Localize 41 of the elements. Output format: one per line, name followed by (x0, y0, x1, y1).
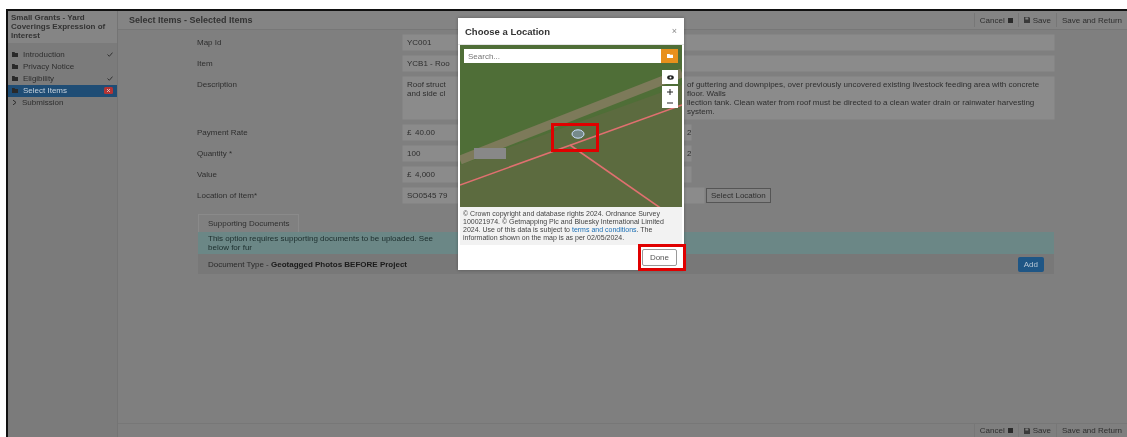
minus-icon (667, 99, 673, 106)
save-icon (1023, 17, 1030, 23)
sidebar-item[interactable]: Privacy Notice (8, 60, 117, 73)
zoom-out-button[interactable] (662, 97, 678, 108)
field-label: Map Id (197, 37, 223, 47)
chevron-icon (12, 100, 17, 106)
sidebar-item[interactable]: Select Items (8, 84, 117, 97)
plus-icon (667, 88, 673, 95)
field-label: Quantity * (197, 148, 234, 158)
toolbar-button[interactable]: Save (1017, 423, 1056, 437)
add-button[interactable]: Add (1017, 256, 1044, 272)
toolbar-button[interactable]: Cancel (973, 423, 1018, 437)
done-button[interactable]: Done (641, 249, 677, 266)
modal-title: Choose a Location (465, 25, 550, 37)
folder-icon (666, 54, 673, 58)
location-marker-icon (571, 129, 585, 139)
field-label: Item (197, 58, 214, 68)
zoom-in-button[interactable] (662, 86, 678, 97)
field-label: Description (197, 79, 238, 89)
field-label: Payment Rate (197, 127, 249, 137)
field-label: Location of Item* (197, 190, 259, 200)
sidebar-item[interactable]: Submission (8, 96, 117, 109)
field-label: Value (197, 169, 218, 179)
tab[interactable]: Supporting Documents (198, 214, 300, 232)
toolbar-button[interactable]: Save and Return (1055, 13, 1127, 27)
toolbar-button[interactable]: Save (1017, 13, 1056, 27)
info-text: This option requires supporting documents to be uploaded. See below for fur (208, 234, 435, 252)
sidebar-item[interactable]: Eligibility (8, 72, 117, 85)
select-location-button[interactable]: Select Location (706, 188, 771, 203)
close-button[interactable]: × (671, 26, 677, 36)
search-button[interactable] (661, 49, 678, 63)
toolbar-button[interactable]: Cancel (973, 13, 1018, 27)
app-title: Small Grants - Yard Coverings Expression of Interest (8, 11, 117, 43)
toolbar-button[interactable]: Save and Return (1055, 423, 1127, 437)
search-field[interactable]: Search... (464, 49, 661, 63)
document-type-text: Document Type - Geotagged Photos BEFORE Project (208, 259, 407, 269)
save-icon (1023, 427, 1030, 434)
page-title: Select Items - Selected Items (129, 15, 253, 25)
visibility-button[interactable] (662, 70, 678, 84)
eye-icon (666, 74, 674, 80)
sidebar-item[interactable]: Introduction (8, 48, 117, 61)
